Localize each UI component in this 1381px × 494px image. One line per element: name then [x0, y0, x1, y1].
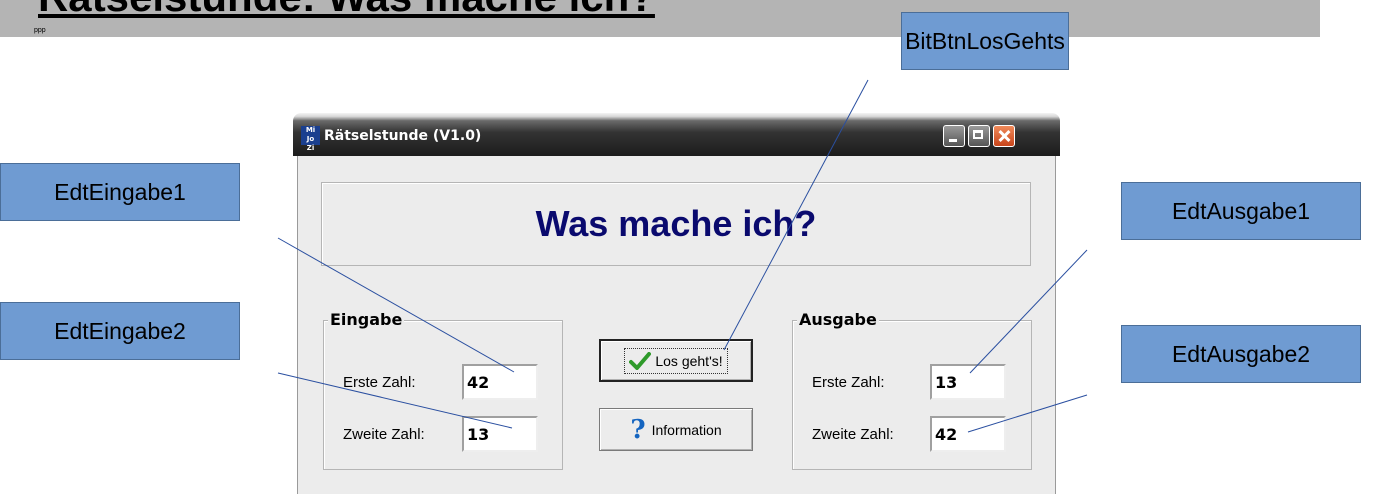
los-gehts-focus: Los geht's!	[624, 347, 728, 374]
check-icon	[629, 351, 652, 370]
ausgabe-first-label: Erste Zahl:	[812, 374, 885, 391]
eingabe-second-label: Zweite Zahl:	[343, 426, 425, 443]
window-client: Was mache ich? Eingabe Erste Zahl: 42 Zw…	[297, 156, 1056, 494]
ausgabe-second-label: Zweite Zahl:	[812, 426, 894, 443]
app-window: Mi Jo Zi Rätselstunde (V1.0) Was mache ic…	[293, 113, 1060, 494]
question-icon: ?	[630, 414, 646, 445]
callout-edt-eingabe2: EdtEingabe2	[0, 302, 240, 360]
eingabe-second-input[interactable]: 13	[462, 416, 538, 452]
eingabe-group: Eingabe Erste Zahl: 42 Zweite Zahl: 13	[323, 310, 563, 470]
information-label: Information	[651, 421, 722, 438]
maximize-icon[interactable]	[968, 125, 990, 147]
close-icon[interactable]	[993, 125, 1015, 147]
header-text: Was mache ich?	[535, 203, 817, 244]
callout-edt-ausgabe2: EdtAusgabe2	[1121, 325, 1361, 383]
window-title: Rätselstunde (V1.0)	[324, 128, 482, 144]
eingabe-first-input[interactable]: 42	[462, 364, 538, 400]
callout-bitbtn: BitBtnLosGehts	[901, 12, 1069, 70]
information-button[interactable]: ? Information	[599, 408, 753, 451]
app-icon: Mi Jo Zi	[301, 126, 320, 152]
los-gehts-label: Los geht's!	[655, 352, 723, 369]
header-panel: Was mache ich?	[321, 182, 1031, 266]
ausgabe-second-output[interactable]: 42	[930, 416, 1006, 452]
eingabe-first-label: Erste Zahl:	[343, 374, 416, 391]
callout-edt-eingabe1: EdtEingabe1	[0, 163, 240, 221]
los-gehts-button[interactable]: Los geht's!	[599, 339, 753, 382]
ausgabe-legend: Ausgabe	[797, 310, 879, 329]
ausgabe-group: Ausgabe Erste Zahl: 13 Zweite Zahl: 42	[792, 310, 1032, 470]
callout-edt-ausgabe1: EdtAusgabe1	[1121, 182, 1361, 240]
ausgabe-first-output[interactable]: 13	[930, 364, 1006, 400]
window-titlebar[interactable]: Mi Jo Zi Rätselstunde (V1.0)	[293, 113, 1060, 156]
page-title: Rätselstunde: Was mache ich?	[38, 0, 655, 21]
eingabe-legend: Eingabe	[328, 310, 405, 329]
small-text: ppp	[34, 27, 46, 34]
minimize-icon[interactable]	[943, 125, 965, 147]
